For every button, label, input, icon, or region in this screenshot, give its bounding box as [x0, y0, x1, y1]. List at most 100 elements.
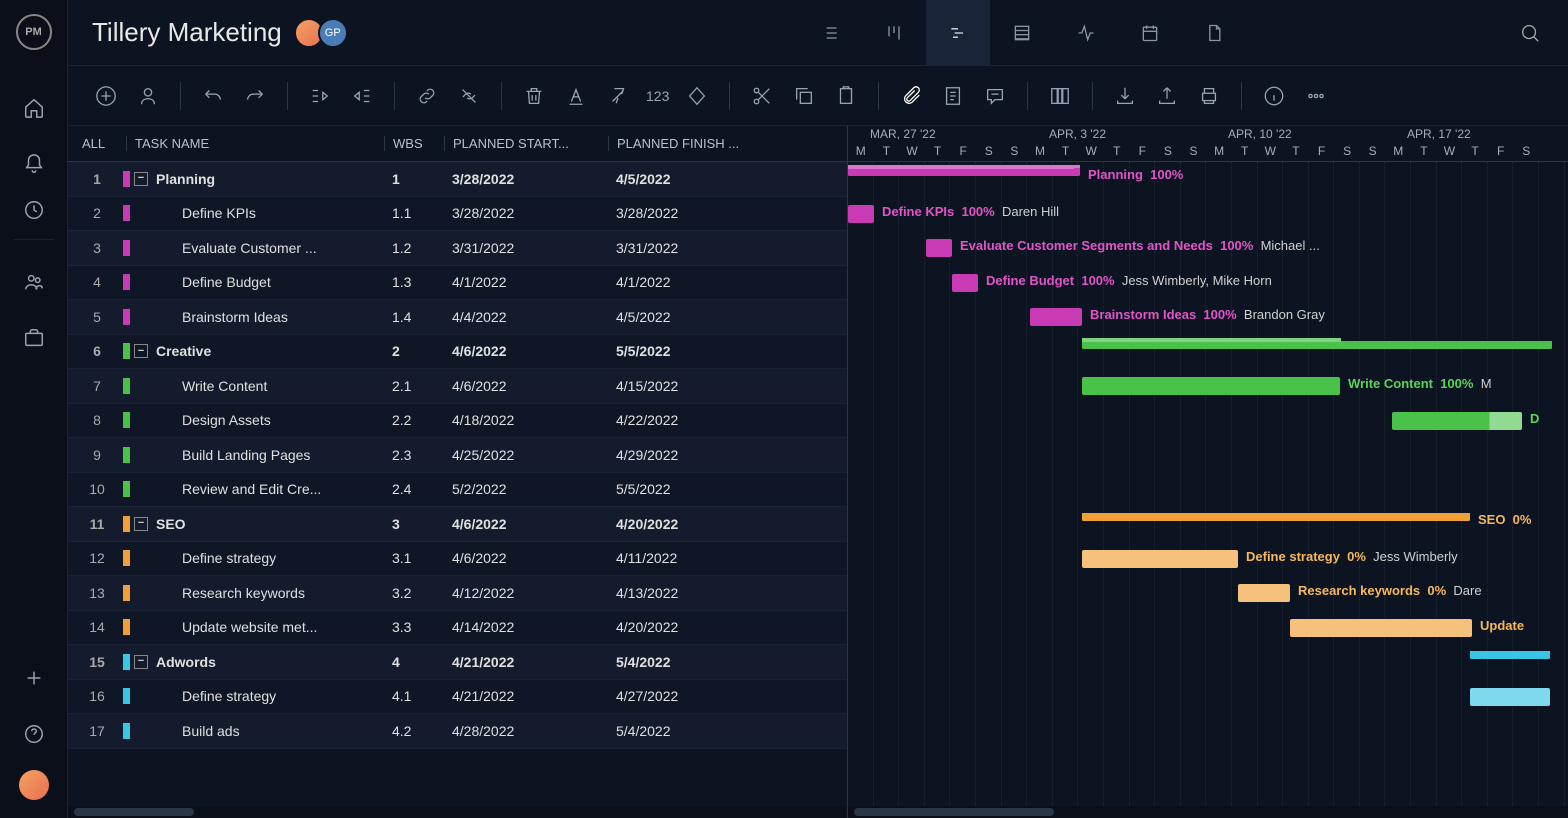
text-color-icon[interactable]: [562, 82, 590, 110]
gantt-bar[interactable]: Planning 100%: [848, 168, 1080, 176]
gantt-view-tab[interactable]: [926, 0, 990, 66]
gantt-row[interactable]: Brainstorm Ideas 100% Brandon Gray: [848, 300, 1568, 335]
table-row[interactable]: 11 − SEO 3 4/6/2022 4/20/2022: [68, 507, 847, 542]
board-view-tab[interactable]: [862, 0, 926, 66]
unlink-icon[interactable]: [455, 82, 483, 110]
gantt-row[interactable]: Evaluate Customer Segments and Needs 100…: [848, 231, 1568, 266]
task-name-cell[interactable]: Define strategy: [126, 550, 384, 566]
task-name-cell[interactable]: − Planning: [126, 171, 384, 187]
col-wbs[interactable]: WBS: [384, 136, 444, 151]
task-name-cell[interactable]: Build Landing Pages: [126, 447, 384, 463]
sheet-view-tab[interactable]: [990, 0, 1054, 66]
assign-icon[interactable]: [134, 82, 162, 110]
gantt-row[interactable]: [848, 680, 1568, 715]
file-view-tab[interactable]: [1182, 0, 1246, 66]
gantt-row[interactable]: Research keywords 0% Dare: [848, 576, 1568, 611]
search-icon[interactable]: [1516, 19, 1544, 47]
help-icon[interactable]: [14, 714, 54, 754]
notifications-icon[interactable]: [14, 144, 54, 184]
info-icon[interactable]: [1260, 82, 1288, 110]
task-name-cell[interactable]: Update website met...: [126, 619, 384, 635]
gantt-bar[interactable]: Brainstorm Ideas 100% Brandon Gray: [1030, 308, 1082, 326]
cut-icon[interactable]: [748, 82, 776, 110]
table-row[interactable]: 1 − Planning 1 3/28/2022 4/5/2022: [68, 162, 847, 197]
member-avatar[interactable]: GP: [318, 18, 348, 48]
gantt-bar[interactable]: Evaluate Customer Segments and Needs 100…: [926, 239, 952, 257]
add-task-icon[interactable]: [92, 82, 120, 110]
comment-icon[interactable]: [981, 82, 1009, 110]
paste-icon[interactable]: [832, 82, 860, 110]
gantt-bar[interactable]: Write Content 100% M: [1082, 377, 1340, 395]
task-name-cell[interactable]: Review and Edit Cre...: [126, 481, 384, 497]
table-row[interactable]: 12 Define strategy 3.1 4/6/2022 4/11/202…: [68, 542, 847, 577]
user-avatar[interactable]: [19, 770, 49, 800]
table-row[interactable]: 13 Research keywords 3.2 4/12/2022 4/13/…: [68, 576, 847, 611]
columns-icon[interactable]: [1046, 82, 1074, 110]
copy-icon[interactable]: [790, 82, 818, 110]
print-icon[interactable]: [1195, 82, 1223, 110]
table-row[interactable]: 4 Define Budget 1.3 4/1/2022 4/1/2022: [68, 266, 847, 301]
recent-icon[interactable]: [14, 200, 54, 240]
gantt-bar[interactable]: Define KPIs 100% Daren Hill: [848, 205, 874, 223]
table-row[interactable]: 5 Brainstorm Ideas 1.4 4/4/2022 4/5/2022: [68, 300, 847, 335]
app-logo[interactable]: PM: [16, 14, 52, 50]
gantt-row[interactable]: Planning 100%: [848, 162, 1568, 197]
gantt-bar[interactable]: Update: [1290, 619, 1472, 637]
outdent-icon[interactable]: [306, 82, 334, 110]
collapse-icon[interactable]: −: [134, 517, 148, 531]
gantt-row[interactable]: Define Budget 100% Jess Wimberly, Mike H…: [848, 266, 1568, 301]
task-name-cell[interactable]: Brainstorm Ideas: [126, 309, 384, 325]
gantt-row[interactable]: [848, 473, 1568, 508]
table-row[interactable]: 2 Define KPIs 1.1 3/28/2022 3/28/2022: [68, 197, 847, 232]
list-view-tab[interactable]: [798, 0, 862, 66]
col-finish[interactable]: PLANNED FINISH ...: [608, 136, 847, 151]
gantt-bar[interactable]: SEO 0%: [1082, 513, 1470, 521]
attachment-icon[interactable]: [897, 82, 925, 110]
redo-icon[interactable]: [241, 82, 269, 110]
col-start[interactable]: PLANNED START...: [444, 136, 608, 151]
task-name-cell[interactable]: − SEO: [126, 516, 384, 532]
gantt-row[interactable]: [848, 335, 1568, 370]
home-icon[interactable]: [14, 88, 54, 128]
gantt-bar[interactable]: [1082, 341, 1552, 349]
import-icon[interactable]: [1111, 82, 1139, 110]
gantt-row[interactable]: Write Content 100% M: [848, 369, 1568, 404]
indent-icon[interactable]: [348, 82, 376, 110]
gantt-row[interactable]: SEO 0%: [848, 507, 1568, 542]
task-name-cell[interactable]: − Creative: [126, 343, 384, 359]
table-row[interactable]: 9 Build Landing Pages 2.3 4/25/2022 4/29…: [68, 438, 847, 473]
portfolio-icon[interactable]: [14, 318, 54, 358]
notes-icon[interactable]: [939, 82, 967, 110]
table-row[interactable]: 3 Evaluate Customer ... 1.2 3/31/2022 3/…: [68, 231, 847, 266]
task-name-cell[interactable]: Define strategy: [126, 688, 384, 704]
table-row[interactable]: 7 Write Content 2.1 4/6/2022 4/15/2022: [68, 369, 847, 404]
undo-icon[interactable]: [199, 82, 227, 110]
collapse-icon[interactable]: −: [134, 172, 148, 186]
table-row[interactable]: 15 − Adwords 4 4/21/2022 5/4/2022: [68, 645, 847, 680]
gantt-bar[interactable]: D: [1392, 412, 1522, 430]
gantt-row[interactable]: [848, 438, 1568, 473]
table-row[interactable]: 16 Define strategy 4.1 4/21/2022 4/27/20…: [68, 680, 847, 715]
gantt-scrollbar[interactable]: [848, 806, 1568, 818]
task-name-cell[interactable]: Design Assets: [126, 412, 384, 428]
task-name-cell[interactable]: Build ads: [126, 723, 384, 739]
gantt-row[interactable]: Define KPIs 100% Daren Hill: [848, 197, 1568, 232]
gantt-body[interactable]: Planning 100% Define KPIs 100% Daren Hill…: [848, 162, 1568, 806]
table-row[interactable]: 6 − Creative 2 4/6/2022 5/5/2022: [68, 335, 847, 370]
collapse-icon[interactable]: −: [134, 655, 148, 669]
add-icon[interactable]: [14, 658, 54, 698]
task-name-cell[interactable]: − Adwords: [126, 654, 384, 670]
col-name[interactable]: TASK NAME: [126, 136, 384, 151]
gantt-bar[interactable]: [1470, 651, 1550, 659]
team-icon[interactable]: [14, 262, 54, 302]
more-icon[interactable]: [1302, 82, 1330, 110]
table-row[interactable]: 8 Design Assets 2.2 4/18/2022 4/22/2022: [68, 404, 847, 439]
gantt-bar[interactable]: [1470, 688, 1550, 706]
gantt-row[interactable]: [848, 714, 1568, 749]
table-row[interactable]: 10 Review and Edit Cre... 2.4 5/2/2022 5…: [68, 473, 847, 508]
gantt-row[interactable]: Update: [848, 611, 1568, 646]
gantt-row[interactable]: [848, 645, 1568, 680]
gantt-bar[interactable]: Research keywords 0% Dare: [1238, 584, 1290, 602]
gantt-bar[interactable]: Define strategy 0% Jess Wimberly: [1082, 550, 1238, 568]
milestone-icon[interactable]: [683, 82, 711, 110]
